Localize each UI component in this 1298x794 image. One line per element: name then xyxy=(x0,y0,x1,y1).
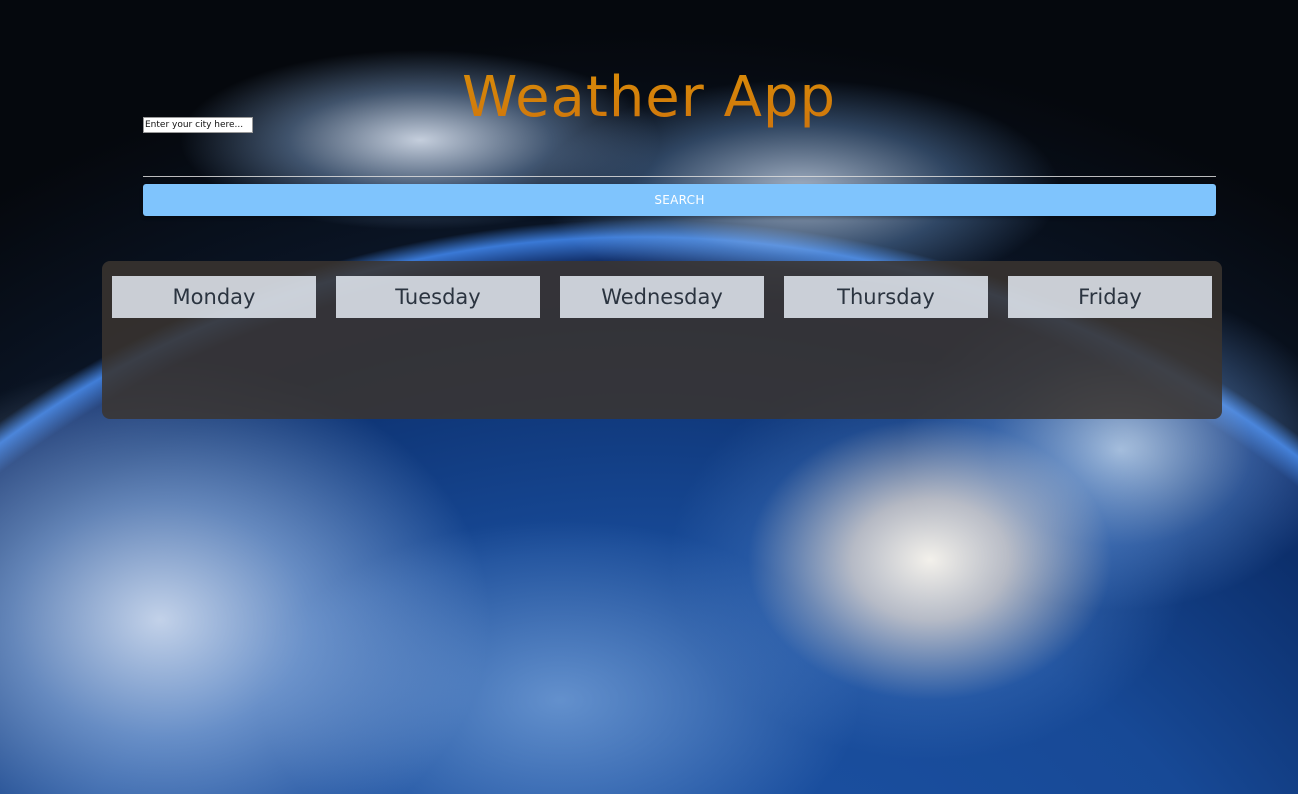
forecast-panel: Monday Tuesday Wednesday Thursday Friday xyxy=(102,261,1222,419)
day-body-wednesday xyxy=(560,318,764,413)
day-label-tuesday: Tuesday xyxy=(336,276,540,318)
day-body-monday xyxy=(112,318,316,413)
search-button[interactable]: SEARCH xyxy=(143,184,1216,216)
city-search-input[interactable] xyxy=(143,117,253,133)
background-earth-image: Weather App SEARCH Monday Tuesday Wednes… xyxy=(0,0,1298,794)
day-card-friday: Friday xyxy=(998,261,1222,419)
day-label-thursday: Thursday xyxy=(784,276,988,318)
day-card-tuesday: Tuesday xyxy=(326,261,550,419)
day-label-wednesday: Wednesday xyxy=(560,276,764,318)
day-body-thursday xyxy=(784,318,988,413)
search-form: SEARCH xyxy=(143,117,1216,216)
day-card-wednesday: Wednesday xyxy=(550,261,774,419)
day-label-friday: Friday xyxy=(1008,276,1212,318)
day-body-friday xyxy=(1008,318,1212,413)
input-underline xyxy=(143,176,1216,177)
day-card-thursday: Thursday xyxy=(774,261,998,419)
day-body-tuesday xyxy=(336,318,540,413)
day-card-monday: Monday xyxy=(102,261,326,419)
day-label-monday: Monday xyxy=(112,276,316,318)
